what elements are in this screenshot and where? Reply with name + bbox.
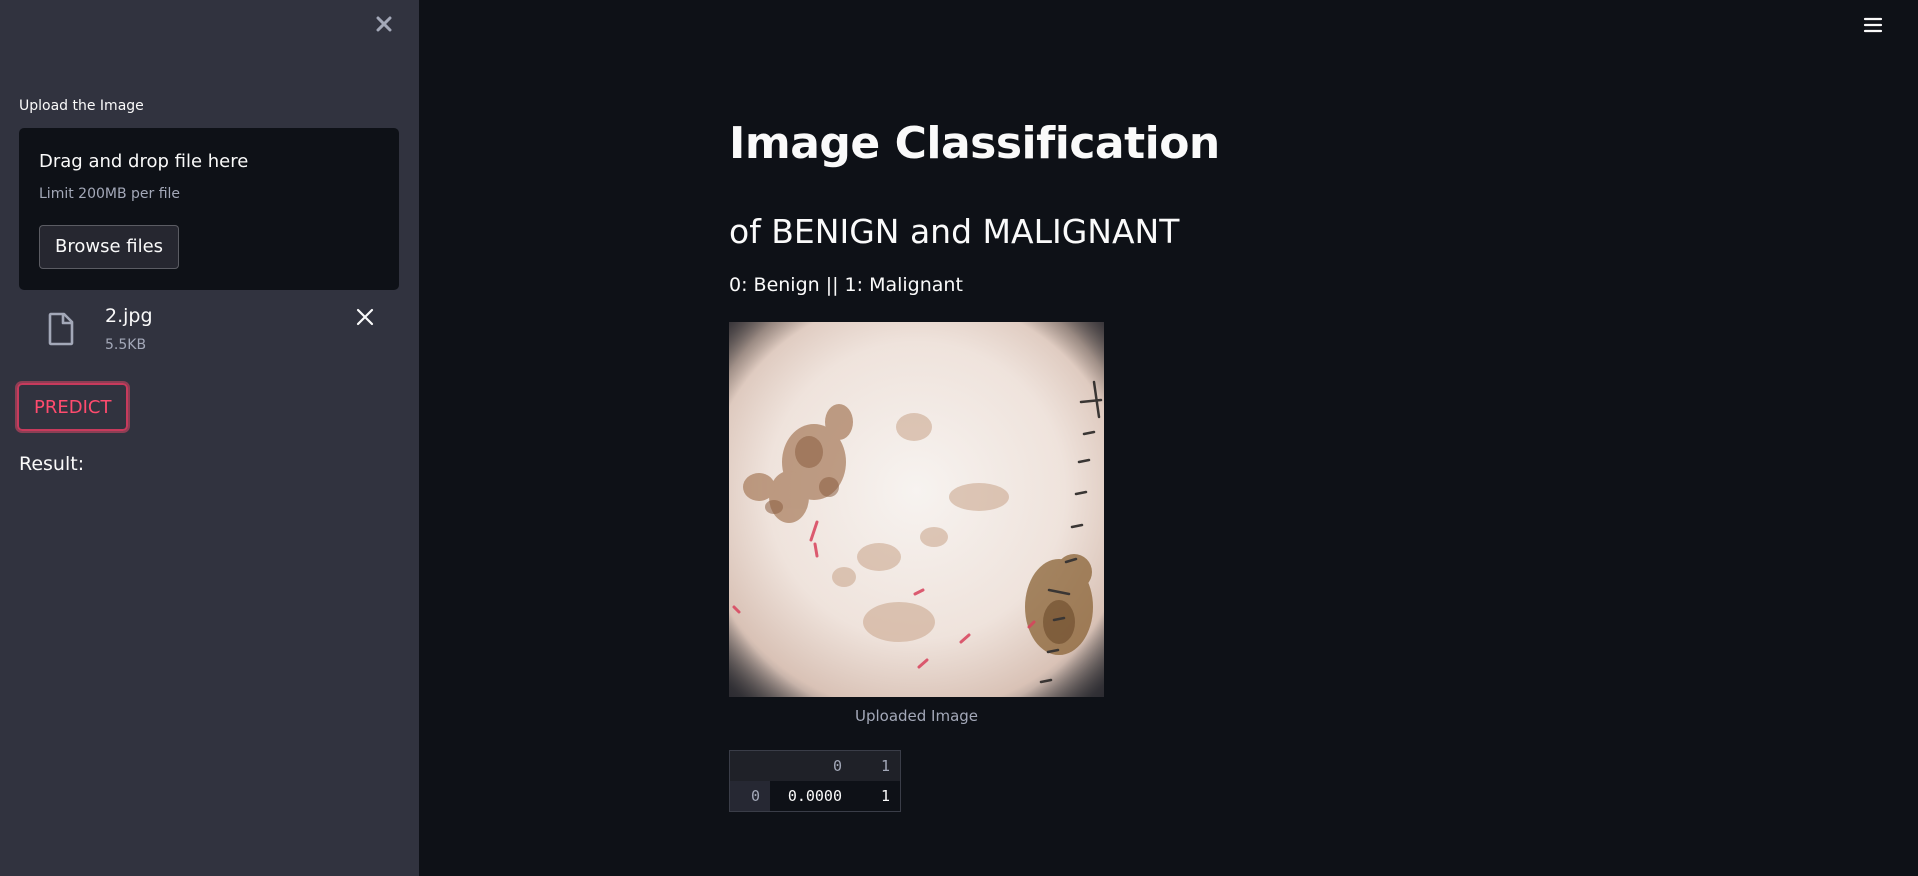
- file-icon: [47, 312, 75, 346]
- dropzone-limit: Limit 200MB per file: [39, 186, 181, 202]
- dropzone-title: Drag and drop file here: [39, 151, 249, 172]
- predict-button[interactable]: PREDICT: [17, 383, 129, 431]
- file-size: 5.5KB: [105, 337, 147, 353]
- dataframe-corner-header: [730, 751, 770, 781]
- image-caption: Uploaded Image: [854, 707, 979, 725]
- dataframe-column-header: 0: [770, 751, 852, 781]
- upload-label: Upload the Image: [19, 98, 144, 114]
- dataframe-row-index: 0: [730, 781, 770, 811]
- table-row: 0 0.0000 1: [730, 781, 900, 811]
- close-sidebar-icon[interactable]: [372, 12, 396, 36]
- uploaded-skin-lesion-image: [729, 322, 1104, 697]
- remove-file-icon[interactable]: [354, 306, 376, 328]
- sidebar: Upload the Image Drag and drop file here…: [0, 0, 419, 876]
- class-legend-text: 0: Benign || 1: Malignant: [729, 274, 963, 296]
- file-dropzone[interactable]: Drag and drop file here Limit 200MB per …: [19, 128, 399, 290]
- page-title: Image Classification: [729, 118, 1220, 169]
- prediction-dataframe[interactable]: 0 1 0 0.0000 1: [729, 750, 901, 812]
- uploaded-file-item: 2.jpg 5.5KB: [19, 300, 399, 364]
- browse-files-button[interactable]: Browse files: [39, 225, 180, 269]
- dataframe-column-header: 1: [852, 751, 900, 781]
- dataframe-cell[interactable]: 0.0000: [770, 781, 852, 811]
- file-name: 2.jpg: [105, 305, 153, 327]
- dataframe-cell[interactable]: 1: [852, 781, 900, 811]
- hamburger-menu-icon[interactable]: [1862, 14, 1884, 36]
- result-label: Result:: [19, 453, 85, 475]
- page-subtitle: of BENIGN and MALIGNANT: [729, 212, 1180, 251]
